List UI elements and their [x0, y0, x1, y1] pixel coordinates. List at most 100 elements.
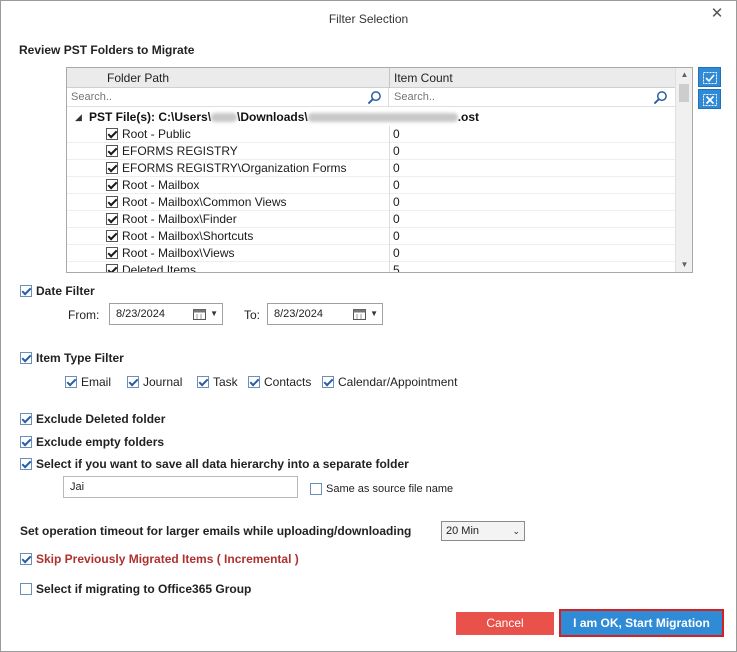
chevron-down-icon[interactable]: ▼	[370, 304, 378, 324]
folder-row[interactable]: EFORMS REGISTRY 0	[67, 143, 675, 160]
item-type-filter-option[interactable]: Item Type Filter	[20, 351, 124, 365]
folder-rows: Root - Public 0 EFORMS REGISTRY 0 EFORMS REG…	[67, 126, 675, 273]
item-type-filter-checkbox[interactable]	[20, 352, 32, 364]
folder-row-name: EFORMS REGISTRY	[122, 143, 390, 160]
pst-root-node[interactable]: ◢ PST File(s): C:\Users\ \Downloads\ .ost	[67, 109, 675, 126]
folder-row-count: 0	[393, 195, 400, 209]
exclude-empty-checkbox[interactable]	[20, 436, 32, 448]
grid-scrollbar[interactable]: ▲ ▼	[675, 68, 692, 272]
from-label: From:	[68, 308, 100, 322]
count-search-cell	[392, 88, 672, 107]
redacted-username	[211, 113, 238, 123]
folder-row[interactable]: Root - Mailbox\Shortcuts 0	[67, 228, 675, 245]
folder-row[interactable]: Root - Mailbox 0	[67, 177, 675, 194]
type-email-checkbox[interactable]	[65, 376, 77, 388]
exclude-deleted-option[interactable]: Exclude Deleted folder	[20, 412, 165, 426]
type-contacts-option[interactable]: Contacts	[248, 375, 311, 389]
dialog-title: Filter Selection	[328, 12, 409, 26]
type-journal-checkbox[interactable]	[127, 376, 139, 388]
search-icon[interactable]	[367, 90, 382, 105]
type-task-option[interactable]: Task	[197, 375, 238, 389]
type-calendar-option[interactable]: Calendar/Appointment	[322, 375, 457, 389]
folder-row-checkbox[interactable]	[106, 247, 118, 259]
folder-row-checkbox[interactable]	[106, 213, 118, 225]
folder-search-input[interactable]	[69, 88, 339, 106]
folder-row-checkbox[interactable]	[106, 196, 118, 208]
to-date-picker[interactable]: 8/23/2024 ▼	[267, 303, 383, 325]
grid-search-row	[67, 88, 675, 107]
date-filter-option[interactable]: Date Filter	[20, 284, 95, 298]
type-task-label: Task	[213, 375, 238, 389]
folder-row[interactable]: Root - Mailbox\Views 0	[67, 245, 675, 262]
date-filter-label: Date Filter	[36, 284, 95, 298]
timeout-select[interactable]: 20 Min ⌄	[441, 521, 525, 541]
folder-row-checkbox[interactable]	[106, 264, 118, 272]
folder-search-cell	[69, 88, 389, 107]
save-hierarchy-checkbox[interactable]	[20, 458, 32, 470]
count-search-input[interactable]	[392, 88, 652, 106]
folder-row-name: Root - Mailbox\Common Views	[122, 194, 390, 211]
uncheck-all-button[interactable]	[698, 89, 721, 109]
type-journal-option[interactable]: Journal	[127, 375, 182, 389]
folder-row-checkbox[interactable]	[106, 179, 118, 191]
from-date-value: 8/23/2024	[116, 308, 165, 320]
cancel-button[interactable]: Cancel	[456, 612, 554, 635]
scroll-thumb[interactable]	[679, 84, 689, 102]
calendar-icon[interactable]	[353, 308, 366, 320]
same-as-source-checkbox[interactable]	[310, 483, 322, 495]
timeout-value: 20 Min	[446, 525, 480, 537]
filter-selection-dialog: Filter Selection ✕ Review PST Folders to…	[0, 0, 737, 652]
skip-migrated-label: Skip Previously Migrated Items ( Increme…	[36, 552, 299, 566]
timeout-label: Set operation timeout for larger emails …	[20, 524, 412, 538]
folder-row-name: Root - Public	[122, 126, 390, 143]
folder-row-checkbox[interactable]	[106, 128, 118, 140]
office365-group-label: Select if migrating to Office365 Group	[36, 582, 252, 596]
office365-group-checkbox[interactable]	[20, 583, 32, 595]
same-as-source-option[interactable]: Same as source file name	[310, 483, 453, 495]
exclude-deleted-checkbox[interactable]	[20, 413, 32, 425]
folder-row[interactable]: Root - Mailbox\Finder 0	[67, 211, 675, 228]
skip-migrated-option[interactable]: Skip Previously Migrated Items ( Increme…	[20, 552, 299, 566]
type-task-checkbox[interactable]	[197, 376, 209, 388]
from-date-picker[interactable]: 8/23/2024 ▼	[109, 303, 223, 325]
folder-row[interactable]: Deleted Items 5	[67, 262, 675, 273]
folder-row-name: EFORMS REGISTRY\Organization Forms	[122, 160, 390, 177]
review-section-title: Review PST Folders to Migrate	[19, 43, 195, 57]
pst-root-mid: \Downloads\	[237, 110, 308, 124]
search-icon[interactable]	[653, 90, 668, 105]
folder-row[interactable]: Root - Mailbox\Common Views 0	[67, 194, 675, 211]
column-header-item-count[interactable]: Item Count	[390, 68, 675, 88]
type-email-option[interactable]: Email	[65, 375, 111, 389]
folder-row-checkbox[interactable]	[106, 162, 118, 174]
chevron-down-icon[interactable]: ⌄	[512, 522, 520, 540]
scroll-up-icon[interactable]: ▲	[676, 68, 692, 82]
chevron-down-icon[interactable]: ▼	[210, 304, 218, 324]
save-hierarchy-option[interactable]: Select if you want to save all data hier…	[20, 457, 409, 471]
save-hierarchy-label: Select if you want to save all data hier…	[36, 457, 409, 471]
type-calendar-checkbox[interactable]	[322, 376, 334, 388]
column-header-folder-path[interactable]: Folder Path	[67, 68, 390, 88]
office365-group-option[interactable]: Select if migrating to Office365 Group	[20, 582, 251, 596]
date-filter-checkbox[interactable]	[20, 285, 32, 297]
folder-grid: Folder Path Item Count ◢ PS	[66, 67, 693, 273]
exclude-deleted-label: Exclude Deleted folder	[36, 412, 166, 426]
calendar-icon[interactable]	[193, 308, 206, 320]
type-contacts-checkbox[interactable]	[248, 376, 260, 388]
folder-row-checkbox[interactable]	[106, 145, 118, 157]
start-migration-button[interactable]: I am OK, Start Migration	[559, 609, 724, 637]
folder-row-checkbox[interactable]	[106, 230, 118, 242]
exclude-empty-option[interactable]: Exclude empty folders	[20, 435, 164, 449]
folder-row[interactable]: Root - Public 0	[67, 126, 675, 143]
check-all-icon	[702, 71, 717, 84]
check-all-button[interactable]	[698, 67, 721, 87]
folder-name-field[interactable]: Jai	[63, 476, 298, 498]
folder-row-count: 0	[393, 144, 400, 158]
skip-migrated-checkbox[interactable]	[20, 553, 32, 565]
pst-root-label: PST File(s): C:\Users\ \Downloads\ .ost	[89, 109, 479, 126]
folder-row-count: 5	[393, 263, 400, 273]
folder-row[interactable]: EFORMS REGISTRY\Organization Forms 0	[67, 160, 675, 177]
scroll-down-icon[interactable]: ▼	[676, 258, 692, 272]
close-icon[interactable]: ✕	[708, 5, 726, 23]
collapse-arrow-icon[interactable]: ◢	[75, 109, 82, 126]
folder-row-name: Root - Mailbox\Views	[122, 245, 390, 262]
